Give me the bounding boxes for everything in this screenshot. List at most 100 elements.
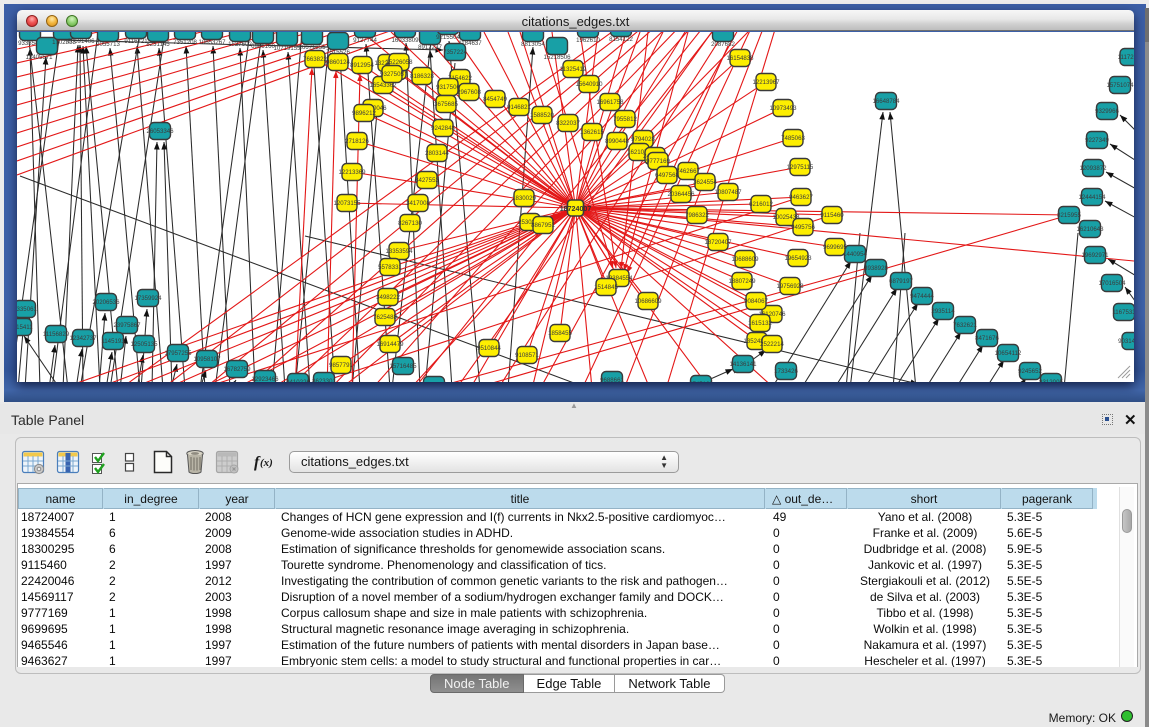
svg-text:8215955: 8215955 [1057, 212, 1081, 219]
svg-text:12975115: 12975115 [787, 164, 814, 171]
svg-text:9860124: 9860124 [326, 59, 350, 66]
svg-text:3675685: 3675685 [434, 101, 458, 108]
svg-text:16543362: 16543362 [369, 82, 397, 89]
svg-text:12073155: 12073155 [333, 200, 361, 207]
svg-text:3915411: 3915411 [17, 324, 33, 331]
svg-text:8267130: 8267130 [398, 220, 422, 227]
svg-text:10958107: 10958107 [193, 356, 221, 363]
svg-text:10653267: 10653267 [198, 39, 226, 46]
svg-text:10719155: 10719155 [273, 45, 301, 52]
svg-text:8912954: 8912954 [350, 62, 374, 69]
svg-text:7485063: 7485063 [781, 135, 805, 142]
svg-text:3498222: 3498222 [376, 294, 400, 301]
svg-text:16782759: 16782759 [223, 366, 251, 373]
svg-text:9794028: 9794028 [631, 136, 655, 143]
svg-text:9215504: 9215504 [436, 34, 460, 41]
svg-text:8471676: 8471676 [975, 335, 999, 342]
svg-text:1527602: 1527602 [228, 41, 252, 48]
svg-text:3624554: 3624554 [693, 179, 717, 186]
svg-text:1588520: 1588520 [530, 112, 554, 119]
svg-text:13353594: 13353594 [385, 248, 413, 255]
svg-text:20206536: 20206536 [92, 299, 120, 306]
svg-text:16154838: 16154838 [726, 55, 754, 62]
svg-text:1858455: 1858455 [548, 330, 572, 337]
svg-text:11156829: 11156829 [43, 331, 70, 338]
svg-text:17359924: 17359924 [134, 295, 162, 302]
svg-text:1362615: 1362615 [580, 129, 604, 136]
svg-text:1167533: 1167533 [1112, 309, 1134, 316]
svg-text:23975867: 23975867 [113, 322, 141, 329]
svg-text:19654923: 19654923 [784, 255, 812, 262]
svg-text:20364456: 20364456 [667, 191, 695, 198]
svg-text:7986322: 7986322 [685, 212, 709, 219]
svg-text:9327505: 9327505 [380, 71, 404, 78]
svg-text:8427552: 8427552 [415, 177, 439, 184]
svg-text:7632621: 7632621 [953, 322, 977, 329]
svg-text:7625488: 7625488 [373, 314, 397, 321]
svg-text:10688609: 10688609 [731, 256, 759, 263]
svg-text:16033809: 16033809 [391, 37, 419, 44]
svg-text:18724007: 18724007 [560, 205, 592, 213]
svg-text:8454749: 8454749 [483, 96, 507, 103]
svg-text:10973493: 10973493 [769, 105, 797, 112]
svg-text:8990448: 8990448 [605, 138, 629, 145]
svg-text:9688661: 9688661 [600, 377, 624, 382]
svg-text:8867951: 8867951 [531, 222, 555, 229]
svg-text:1615132: 1615132 [748, 320, 772, 327]
svg-text:8322037: 8322037 [556, 120, 580, 127]
svg-text:14136141: 14136141 [729, 361, 757, 368]
svg-text:19756928: 19756928 [776, 283, 804, 290]
svg-text:1514845: 1514845 [594, 284, 618, 291]
svg-text:2087682: 2087682 [711, 41, 735, 48]
svg-text:2718126: 2718126 [345, 138, 369, 145]
svg-text:2055713: 2055713 [96, 41, 120, 48]
svg-text:12505135: 12505135 [130, 341, 158, 348]
svg-text:8745120: 8745120 [689, 381, 713, 382]
svg-text:1440954: 1440954 [843, 251, 867, 258]
svg-text:11325419: 11325419 [560, 66, 587, 73]
svg-text:8312005: 8312005 [1039, 379, 1063, 382]
svg-text:8231145: 8231145 [146, 41, 170, 48]
svg-text:3417008: 3417008 [406, 200, 430, 207]
svg-text:12093872: 12093872 [1079, 165, 1107, 172]
svg-text:1733426: 1733426 [774, 368, 798, 375]
svg-text:9410226: 9410226 [286, 379, 310, 382]
svg-text:16210643: 16210643 [1076, 226, 1104, 233]
svg-text:18720407: 18720407 [704, 239, 732, 246]
svg-text:2803144: 2803144 [425, 150, 449, 157]
svg-text:9474444: 9474444 [910, 293, 934, 300]
svg-text:1145193: 1145193 [101, 338, 125, 345]
svg-text:10686609: 10686609 [634, 298, 662, 305]
svg-text:6497568: 6497568 [655, 172, 679, 179]
svg-text:20691406: 20691406 [67, 38, 95, 45]
svg-text:2935114: 2935114 [931, 308, 955, 315]
svg-text:8813054: 8813054 [521, 41, 545, 48]
svg-text:2522214: 2522214 [760, 341, 784, 348]
svg-text:16648784: 16648784 [872, 98, 900, 105]
svg-text:9227349: 9227349 [1085, 137, 1109, 144]
svg-text:17957255: 17957255 [164, 350, 192, 357]
svg-text:5578331: 5578331 [378, 264, 402, 271]
svg-text:6879197: 6879197 [889, 278, 913, 285]
svg-text:16914479: 16914479 [376, 341, 404, 348]
svg-text:18807249: 18807249 [728, 278, 756, 285]
svg-text:2967608: 2967608 [457, 89, 481, 96]
svg-text:9329966: 9329966 [1095, 108, 1119, 115]
svg-text:10807487: 10807487 [714, 189, 742, 196]
svg-text:6216012: 6216012 [749, 201, 773, 208]
svg-text:9777169: 9777169 [646, 158, 670, 165]
svg-text:(x): (x) [260, 457, 273, 469]
svg-text:16961758: 16961758 [596, 99, 624, 106]
svg-text:9108571: 9108571 [515, 352, 539, 359]
svg-text:8938928: 8938928 [864, 265, 888, 272]
svg-text:12213967: 12213967 [752, 79, 780, 86]
svg-text:12342737: 12342737 [69, 335, 97, 342]
svg-text:12213369: 12213369 [338, 169, 366, 176]
svg-text:7357224: 7357224 [443, 49, 467, 56]
svg-text:9245652: 9245652 [1018, 368, 1042, 375]
svg-text:6966160: 6966160 [251, 43, 275, 50]
svg-text:12923466: 12923466 [251, 376, 279, 382]
svg-text:7955812: 7955812 [613, 116, 637, 123]
svg-text:9146821: 9146821 [507, 104, 531, 111]
svg-text:9115460: 9115460 [820, 212, 844, 219]
